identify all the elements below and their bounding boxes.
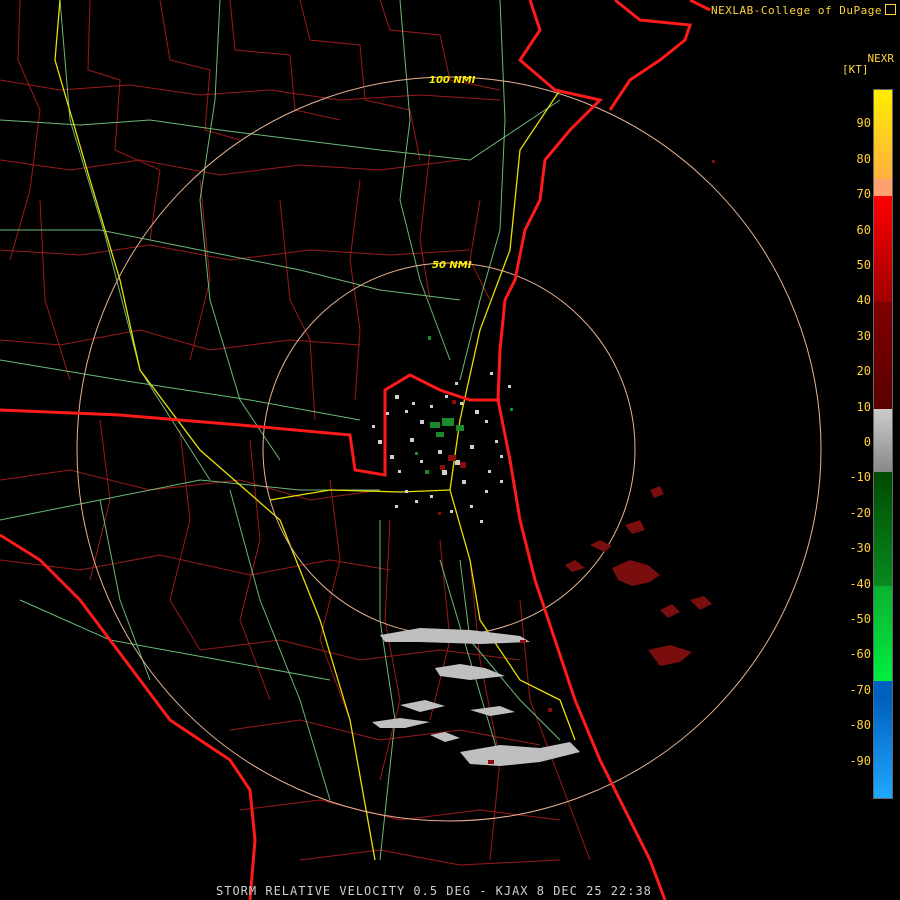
legend-tick-label: 70: [856, 187, 871, 202]
legend-tick-label: -10: [849, 470, 871, 485]
legend-tick-label: -60: [849, 647, 871, 662]
legend-tick-label: 30: [856, 328, 871, 343]
product-caption: STORM RELATIVE VELOCITY 0.5 DEG - KJAX 8…: [216, 884, 652, 898]
brand-text: NEXLAB-College of DuPage: [711, 4, 882, 17]
radar-map: 100 NMI 50 NMI: [0, 0, 822, 900]
county-borders: [0, 0, 591, 866]
legend-tick-label: 90: [856, 116, 871, 131]
product-label: NEXR: [867, 52, 895, 65]
ring-label-50nmi: 50 NMI: [432, 260, 472, 271]
color-bar-segment: [874, 196, 892, 303]
color-bar-segment: [874, 90, 892, 179]
southern-echo-bands: [372, 628, 580, 766]
legend-tick-label: 10: [856, 399, 871, 414]
color-bar-segment: [874, 681, 892, 699]
velocity-color-bar: [873, 89, 893, 799]
legend-tick-label: -70: [849, 682, 871, 697]
legend-tick-label: 80: [856, 151, 871, 166]
legend-tick-label: 60: [856, 222, 871, 237]
radar-core: [372, 372, 511, 523]
offshore-echoes: [565, 160, 715, 666]
legend-units: [KT]: [842, 63, 869, 76]
legend-tick-label: 20: [856, 364, 871, 379]
color-bar-segment: [874, 472, 892, 586]
external-link-icon[interactable]: [885, 4, 896, 15]
legend-tick-label: -30: [849, 541, 871, 556]
legend-tick-label: -90: [849, 753, 871, 768]
legend-tick-label: -40: [849, 576, 871, 591]
brand-label: NEXLAB-College of DuPage: [711, 4, 896, 17]
color-bar-segment: [874, 408, 892, 473]
radar-returns: [372, 160, 715, 766]
ring-label-100nmi: 100 NMI: [429, 75, 476, 86]
legend-tick-label: 40: [856, 293, 871, 308]
color-bar-segment: [874, 585, 892, 682]
color-bar-segment: [874, 302, 892, 409]
color-bar-segment: [874, 698, 892, 798]
range-rings: [76, 76, 822, 822]
color-bar-segment: [874, 178, 892, 197]
interstates: [54, 0, 576, 861]
legend-tick-label: -50: [849, 612, 871, 626]
southern-echo-red: [488, 640, 552, 764]
legend-tick-label: -80: [849, 718, 871, 733]
legend-tick-label: 50: [856, 258, 871, 272]
coastline: [0, 0, 711, 900]
legend-tick-label: 0: [863, 435, 871, 449]
legend-tick-label: -20: [849, 505, 871, 520]
